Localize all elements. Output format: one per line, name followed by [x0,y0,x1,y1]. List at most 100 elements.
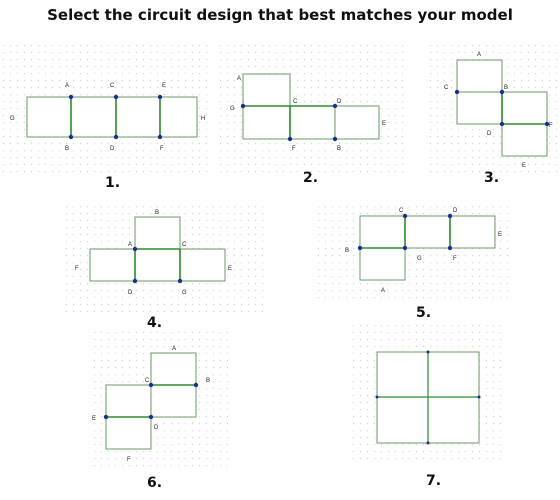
option-6-node-label: D [154,425,159,431]
option-5-node [357,245,363,251]
option-1[interactable]: A C E G H B D F 1. [4,60,208,191]
option-6-cell [150,384,197,418]
option-2[interactable]: A G C D E F B 2. [222,62,404,190]
option-5-cell [359,215,406,249]
option-5-node [447,245,453,251]
option-2-cell [334,105,380,140]
option-3-node-label: E [522,163,526,169]
option-2-node-label: D [337,99,342,105]
option-6-node-label: C [145,378,150,384]
option-1-node-label: H [201,116,205,122]
option-3-node-label: A [477,52,481,58]
option-4-cell [179,248,226,282]
option-5-number: 5. [416,305,431,321]
option-5-cell [404,215,451,249]
option-1-node [68,134,74,140]
option-1-node-label: G [10,116,15,122]
option-1-node-label: C [110,83,115,89]
option-2-cell [242,105,291,140]
option-2-node-label: F [292,146,296,152]
option-3-node [499,121,505,127]
option-6-node [148,414,154,420]
option-3-cell [456,91,503,125]
option-4-node-label: C [182,242,187,248]
option-1-node [113,134,119,140]
option-1-cell [70,96,117,138]
option-6-node-label: B [206,378,210,384]
option-7-number: 7. [426,473,441,489]
option-5-node [402,213,408,219]
option-6-number: 6. [147,475,162,491]
option-6-node [103,414,109,420]
option-7[interactable]: 7. [360,340,500,490]
option-5-node-label: D [453,208,458,214]
option-5-node-label: A [381,288,385,294]
option-6-cell [105,416,152,450]
option-4-node [132,278,138,284]
option-2-node-label: A [237,76,241,82]
option-3[interactable]: A C B D F E 3. [428,48,556,188]
option-3-cell [501,123,548,157]
option-1-number: 1. [105,175,120,191]
option-6-node [193,382,199,388]
option-2-node [332,136,338,142]
option-6-cell [150,352,197,386]
option-2-node-label: G [230,106,235,112]
option-2-node [287,136,293,142]
option-7-node [375,395,379,399]
option-7-node [426,441,430,445]
option-4[interactable]: B A C F E D G 4. [64,205,262,333]
option-4-cell [134,216,181,250]
option-7-node [426,350,430,354]
option-2-cell [289,105,336,140]
option-1-cell [26,96,72,138]
option-4-number: 4. [147,315,162,331]
option-3-cell [456,59,503,93]
option-2-cell [242,73,291,107]
option-5-node-label: B [345,248,349,254]
option-3-node-label: F [549,123,553,129]
option-3-node-label: C [444,85,449,91]
option-6-node-label: F [127,457,131,463]
option-3-node-label: D [487,131,492,137]
option-5-cell [449,215,496,249]
option-5-node-label: F [453,256,457,262]
option-4-node [177,278,183,284]
option-2-node-label: B [337,146,341,152]
option-3-node-label: B [504,85,508,91]
option-2-node-label: E [382,121,386,127]
option-4-cell [89,248,136,282]
option-2-node-label: C [293,99,298,105]
option-5-cell [359,247,406,281]
option-5-node [402,245,408,251]
option-4-cell [134,248,181,282]
option-4-node-label: D [128,290,133,296]
option-6-cell [105,384,152,418]
option-1-node-label: F [160,146,164,152]
option-1-cell [159,96,198,138]
option-6-node [148,382,154,388]
circuit-options-board: A C E G H B D F 1. A G C D E F B 2. A C … [2,42,558,493]
option-3-number: 3. [484,170,499,186]
option-4-node-label: G [182,290,187,296]
option-5-node [447,213,453,219]
option-1-node [157,134,163,140]
option-4-node [132,246,138,252]
option-7-node [477,395,481,399]
option-6-node-label: E [92,416,96,422]
option-5-node-label: E [498,232,502,238]
option-5-node-label: C [399,208,404,214]
option-3-cell [501,91,548,125]
option-1-node-label: E [162,83,166,89]
option-4-node-label: A [128,242,132,248]
option-1-node-label: A [65,83,69,89]
option-6-node-label: A [172,346,176,352]
option-1-node-label: B [65,146,69,152]
option-4-node-label: B [155,210,159,216]
option-5[interactable]: C D E B G F A 5. [335,205,510,321]
option-5-node-label: G [417,256,422,262]
option-1-cell [115,96,161,138]
option-2-node [240,103,246,109]
option-6[interactable]: A C B E D F 6. [88,338,228,493]
option-1-node [68,94,74,100]
